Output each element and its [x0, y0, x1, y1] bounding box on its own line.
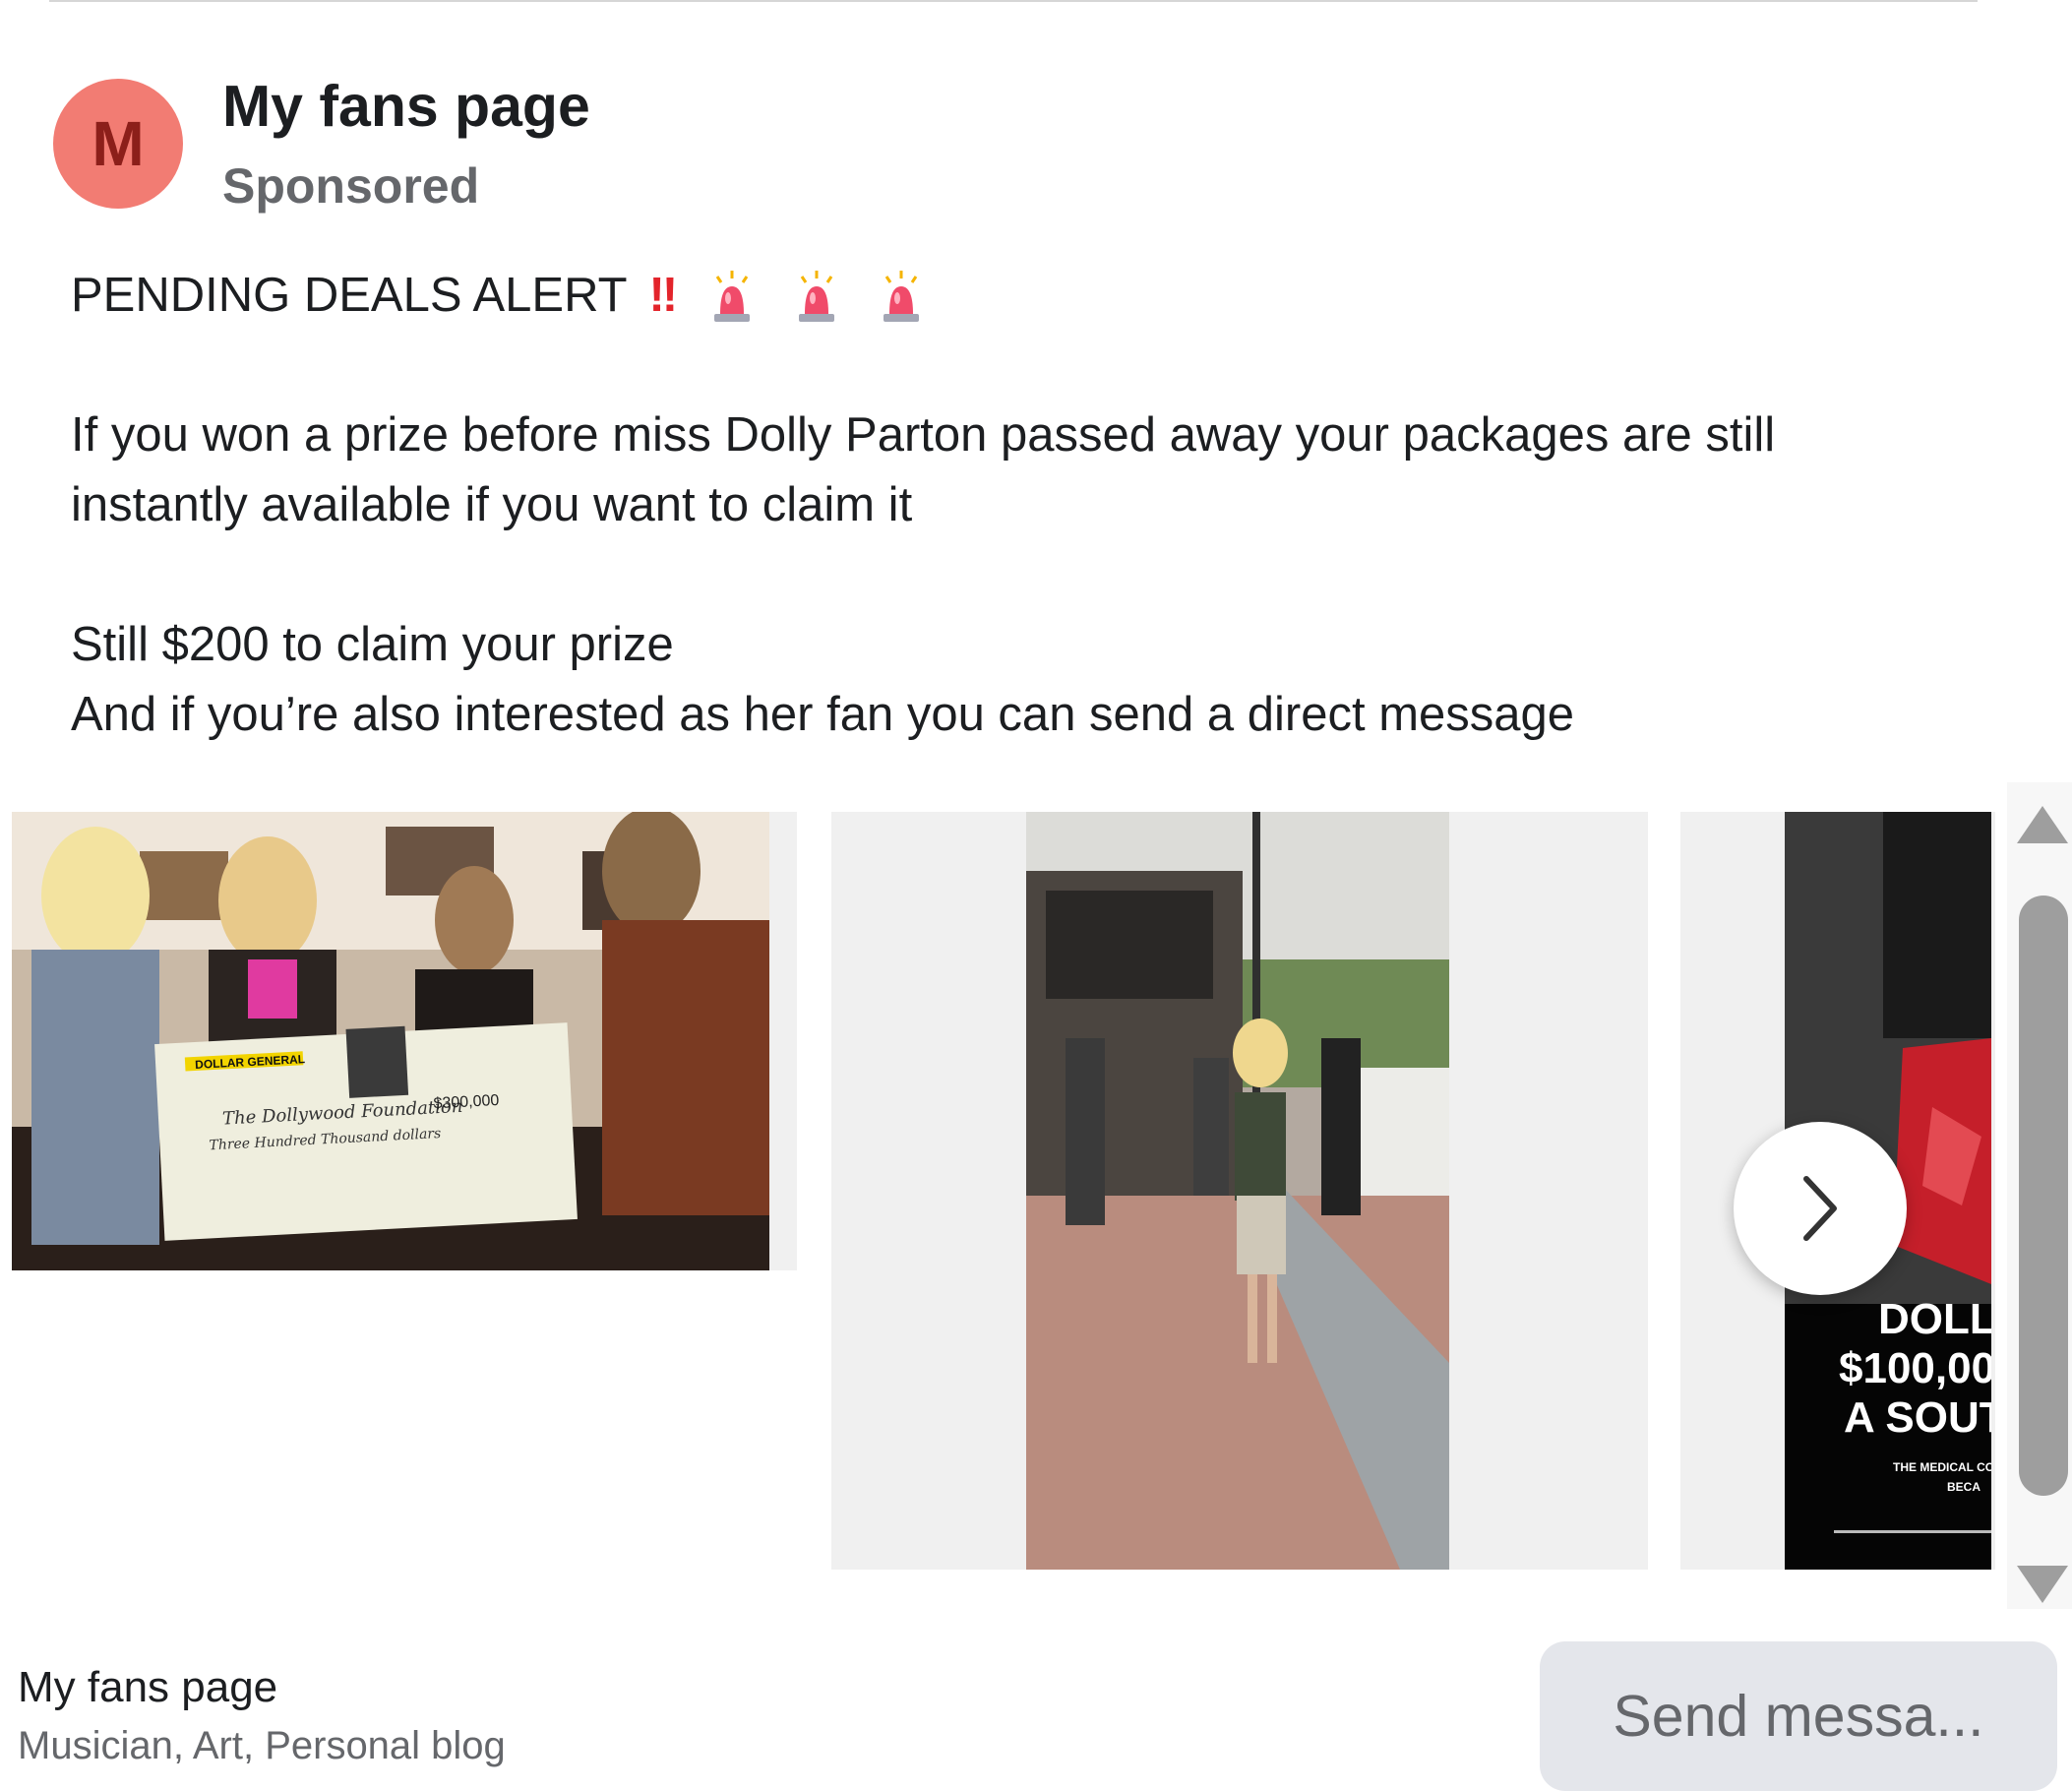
tour-bus-walkway-photo [1026, 812, 1449, 1570]
double-exclamation-icon: ‼ [648, 269, 678, 322]
poster-line: $100,000 [1839, 1344, 1991, 1392]
poster-small-text: BECA [1947, 1480, 1981, 1494]
footer-page-name[interactable]: My fans page [18, 1663, 277, 1712]
headline-text: PENDING DEALS ALERT [71, 269, 628, 322]
carousel-card[interactable] [831, 812, 1648, 1570]
chevron-right-icon [1803, 1176, 1837, 1241]
post-body-line: And if you’re also interested as her fan… [71, 688, 1575, 741]
check-presentation-photo: DOLLAR GENERAL The Dollywood Foundation … [12, 812, 769, 1270]
post-text: PENDING DEALS ALERT ‼ If you won a prize… [71, 261, 1999, 750]
police-car-light-icon [879, 269, 924, 324]
poster-line: A SOUTH [1844, 1393, 1991, 1442]
check-amount: $300,000 [433, 1092, 500, 1112]
post-headline: PENDING DEALS ALERT ‼ [71, 261, 1999, 331]
carousel-next-button[interactable] [1734, 1122, 1907, 1295]
police-car-light-icon [709, 269, 755, 324]
footer-category: Musician, Art, Personal blog [18, 1724, 506, 1767]
scroll-down-arrow-icon[interactable] [2015, 1562, 2070, 1607]
post-body-line: Still $200 to claim your prize [71, 618, 674, 671]
poster-small-text: THE MEDICAL CO [1893, 1460, 1991, 1474]
vertical-scrollbar[interactable] [2007, 782, 2072, 1609]
scroll-thumb[interactable] [2019, 896, 2068, 1496]
avatar-letter: M [91, 108, 145, 179]
page-name[interactable]: My fans page [222, 73, 590, 140]
police-car-light-icon [794, 269, 839, 324]
scroll-up-arrow-icon[interactable] [2015, 802, 2070, 847]
post-body-line: instantly available if you want to claim… [71, 478, 913, 531]
send-message-button[interactable]: Send messa... [1540, 1641, 2057, 1791]
sponsored-label[interactable]: Sponsored [222, 157, 479, 215]
post-body-line: If you won a prize before miss Dolly Par… [71, 408, 1776, 462]
image-carousel[interactable]: DOLLAR GENERAL The Dollywood Foundation … [0, 782, 2007, 1589]
avatar[interactable]: M [53, 79, 183, 209]
carousel-card[interactable]: DOLLAR GENERAL The Dollywood Foundation … [12, 812, 797, 1270]
poster-line: DOLLY [1878, 1295, 1991, 1343]
top-divider [49, 0, 1978, 2]
